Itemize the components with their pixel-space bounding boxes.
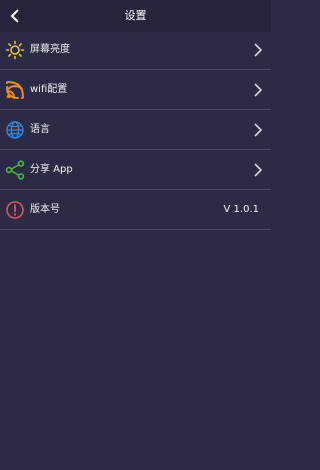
chevron-right-icon xyxy=(254,83,263,97)
settings-item-language[interactable]: 语言 xyxy=(0,110,271,150)
sun-icon xyxy=(5,40,25,60)
settings-item-brightness[interactable]: 屏幕亮度 xyxy=(0,30,271,70)
settings-list: 屏幕亮度 wifi配置 语言 分享 App 版本号 V 1.0.1 xyxy=(0,30,271,230)
chevron-right-icon xyxy=(254,123,263,137)
wifi-icon xyxy=(6,80,25,99)
settings-item-label: 版本号 xyxy=(30,204,60,215)
settings-item-share[interactable]: 分享 App xyxy=(0,150,271,190)
page-title: 设置 xyxy=(124,9,147,22)
settings-item-label: 分享 App xyxy=(30,164,73,175)
nav-bar: 设置 xyxy=(0,0,271,32)
settings-item-wifi[interactable]: wifi配置 xyxy=(0,70,271,110)
settings-item-label: wifi配置 xyxy=(30,84,68,95)
settings-item-version: 版本号 V 1.0.1 xyxy=(0,190,271,230)
globe-icon xyxy=(6,121,24,139)
settings-item-label: 语言 xyxy=(30,124,50,135)
info-icon xyxy=(6,201,24,219)
chevron-right-icon xyxy=(254,163,263,177)
chevron-right-icon xyxy=(254,43,263,57)
share-icon xyxy=(5,160,25,180)
version-value: V 1.0.1 xyxy=(223,204,259,215)
settings-item-label: 屏幕亮度 xyxy=(30,44,70,55)
